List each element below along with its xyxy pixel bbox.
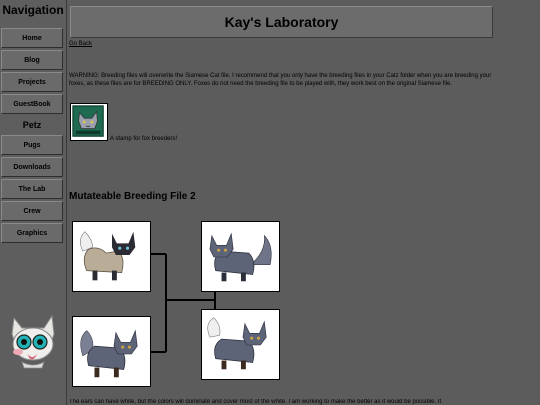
warning-text: WARNING: Breeding files will overwrite t… <box>69 73 492 87</box>
nav-title: Navigation <box>2 3 64 17</box>
cat-mascot-icon <box>11 314 55 369</box>
offspring-fox-1-image <box>201 221 280 292</box>
main-content: Kay's Laboratory Go Back WARNING: Breedi… <box>67 0 540 405</box>
page-title: Kay's Laboratory <box>70 6 493 38</box>
go-back-link[interactable]: Go Back <box>69 41 92 47</box>
footer-text: The ears can have white, but the colors … <box>69 399 442 405</box>
section-heading: Mutateable Breeding File 2 <box>69 191 196 202</box>
nav-the-lab[interactable]: The Lab <box>1 179 63 199</box>
nav-home[interactable]: Home <box>1 28 63 48</box>
fox-stamp-image <box>70 103 108 141</box>
nav-pugs[interactable]: Pugs <box>1 135 63 155</box>
offspring-fox-2-image <box>201 309 280 380</box>
parent-fox-tan-image <box>72 221 151 292</box>
stamp-caption: A stamp for fox breeders! <box>110 136 178 142</box>
parent-fox-grey-image <box>72 316 151 387</box>
nav-crew[interactable]: Crew <box>1 201 63 221</box>
nav-guestbook[interactable]: GuestBook <box>1 94 63 114</box>
nav-projects[interactable]: Projects <box>1 72 63 92</box>
nav-blog[interactable]: Blog <box>1 50 63 70</box>
nav-downloads[interactable]: Downloads <box>1 157 63 177</box>
nav-graphics[interactable]: Graphics <box>1 223 63 243</box>
sidebar: Navigation Home Blog Projects GuestBook … <box>0 0 67 405</box>
nav-section-petz: Petz <box>1 116 63 134</box>
